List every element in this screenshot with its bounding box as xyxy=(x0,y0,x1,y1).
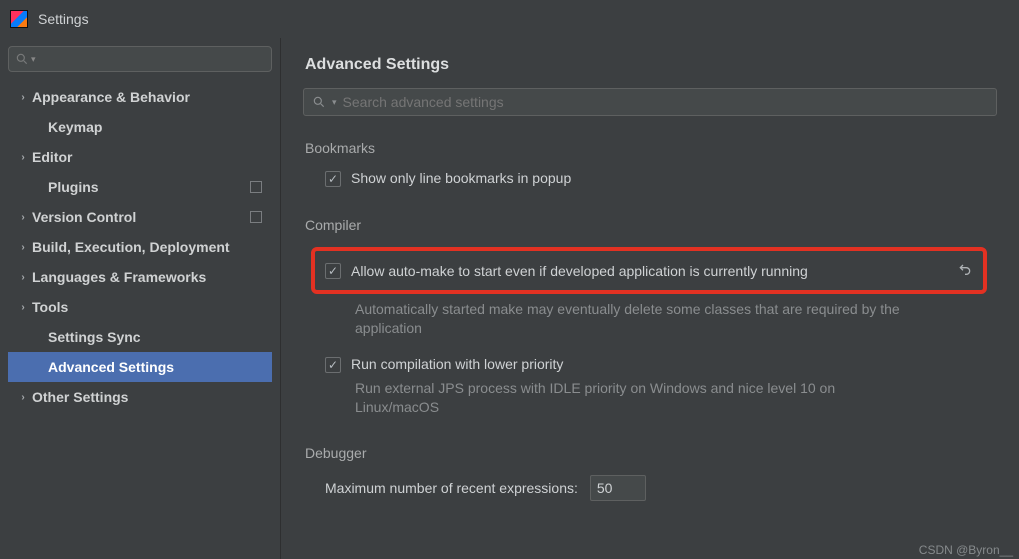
sidebar-item-languages-frameworks[interactable]: ›Languages & Frameworks xyxy=(8,262,272,292)
project-badge-icon xyxy=(250,181,262,193)
reset-icon[interactable] xyxy=(957,261,973,280)
sidebar-item-plugins[interactable]: ›Plugins xyxy=(8,172,272,202)
chevron-right-icon: › xyxy=(16,302,30,313)
dropdown-caret-icon: ▾ xyxy=(332,97,337,108)
window-title: Settings xyxy=(38,11,89,27)
content-search-field[interactable] xyxy=(343,94,988,110)
input-max-expressions[interactable] xyxy=(590,475,646,501)
watermark-text: CSDN @Byron__ xyxy=(919,543,1013,557)
sidebar-search-input[interactable]: ▾ xyxy=(8,46,272,72)
search-icon xyxy=(15,52,29,66)
chevron-right-icon: › xyxy=(16,212,30,223)
sidebar-item-advanced-settings[interactable]: ›Advanced Settings xyxy=(8,352,272,382)
option-label: Show only line bookmarks in popup xyxy=(351,170,571,186)
sidebar-item-settings-sync[interactable]: ›Settings Sync xyxy=(8,322,272,352)
section-heading-bookmarks: Bookmarks xyxy=(305,140,997,156)
sidebar-item-other-settings[interactable]: ›Other Settings xyxy=(8,382,272,412)
window-titlebar: Settings xyxy=(0,0,1019,38)
option-description: Automatically started make may eventuall… xyxy=(303,300,923,338)
sidebar-item-version-control[interactable]: ›Version Control xyxy=(8,202,272,232)
chevron-right-icon: › xyxy=(16,272,30,283)
checkbox-show-line-bookmarks[interactable] xyxy=(325,171,341,187)
sidebar-item-tools[interactable]: ›Tools xyxy=(8,292,272,322)
sidebar-item-editor[interactable]: ›Editor xyxy=(8,142,272,172)
page-title: Advanced Settings xyxy=(305,56,997,74)
content-search-input[interactable]: ▾ xyxy=(303,88,997,116)
section-heading-debugger: Debugger xyxy=(305,445,997,461)
checkbox-allow-auto-make[interactable] xyxy=(325,263,341,279)
chevron-right-icon: › xyxy=(16,392,30,403)
option-label: Run compilation with lower priority xyxy=(351,356,563,372)
chevron-right-icon: › xyxy=(16,242,30,253)
option-description: Run external JPS process with IDLE prior… xyxy=(303,379,923,417)
sidebar-item-keymap[interactable]: ›Keymap xyxy=(8,112,272,142)
option-label: Allow auto-make to start even if develop… xyxy=(351,263,808,279)
settings-content-panel: Advanced Settings ▾ Bookmarks Show only … xyxy=(281,38,1019,559)
dropdown-caret-icon: ▾ xyxy=(31,54,36,65)
chevron-right-icon: › xyxy=(16,92,30,103)
sidebar-item-appearance-behavior[interactable]: ›Appearance & Behavior xyxy=(8,82,272,112)
checkbox-lower-priority[interactable] xyxy=(325,357,341,373)
sidebar-item-build-execution-deployment[interactable]: ›Build, Execution, Deployment xyxy=(8,232,272,262)
settings-sidebar: ▾ ›Appearance & Behavior ›Keymap ›Editor… xyxy=(0,38,281,559)
intellij-icon xyxy=(10,10,28,28)
settings-tree: ›Appearance & Behavior ›Keymap ›Editor ›… xyxy=(8,82,272,412)
search-icon xyxy=(312,95,326,109)
project-badge-icon xyxy=(250,211,262,223)
section-heading-compiler: Compiler xyxy=(305,217,997,233)
field-label-max-expressions: Maximum number of recent expressions: xyxy=(325,480,578,496)
highlight-annotation: Allow auto-make to start even if develop… xyxy=(311,247,987,294)
chevron-right-icon: › xyxy=(16,152,30,163)
